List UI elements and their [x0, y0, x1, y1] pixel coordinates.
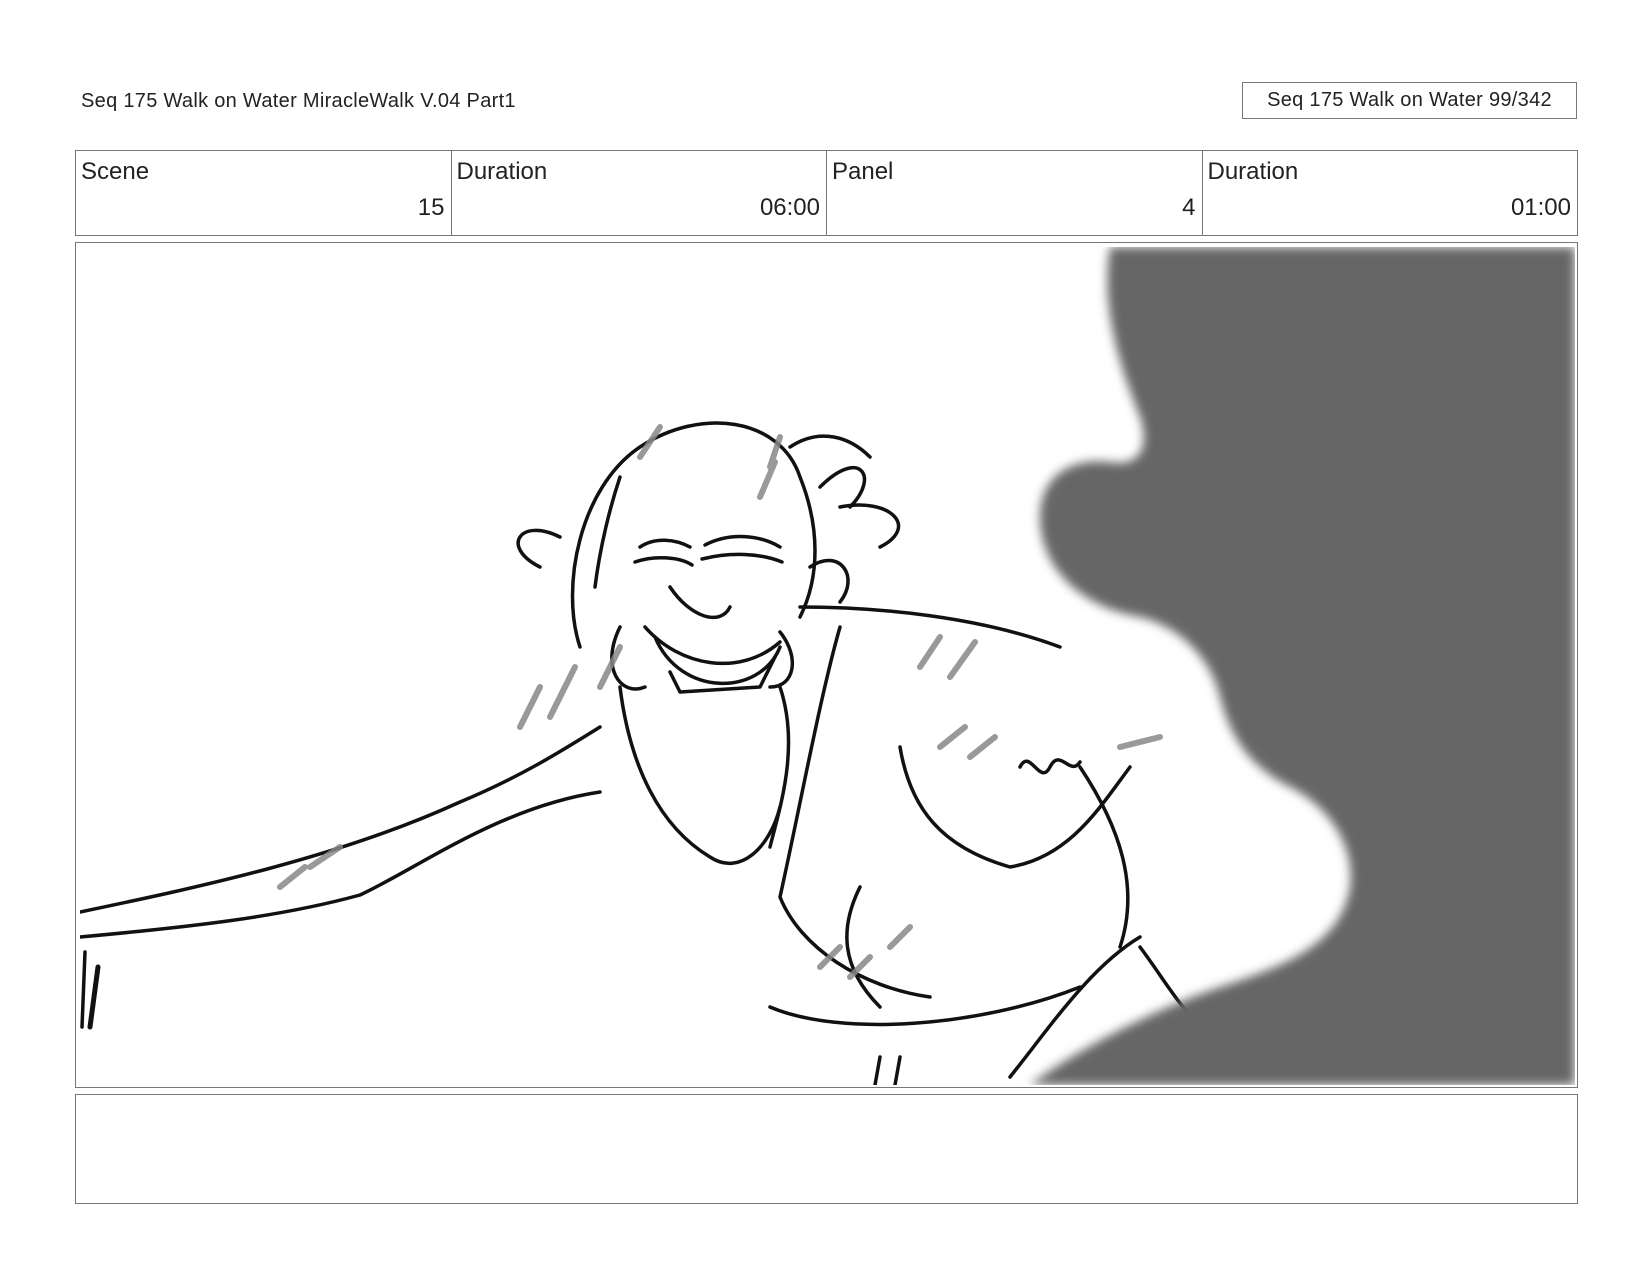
dialogue-notes-box — [75, 1094, 1578, 1204]
scene-duration-cell: Duration 06:00 — [452, 151, 827, 235]
scene-value: 15 — [417, 194, 445, 221]
panel-info-row: Scene 15 Duration 06:00 Panel 4 Duration… — [75, 150, 1578, 236]
panel-cell: Panel 4 — [827, 151, 1203, 235]
storyboard-sketch — [80, 247, 1575, 1085]
panel-duration-value: 01:00 — [1510, 194, 1571, 221]
panel-label: Panel — [832, 158, 894, 185]
scene-cell: Scene 15 — [76, 151, 452, 235]
storyboard-frame — [75, 242, 1578, 1088]
scene-duration-label: Duration — [456, 158, 548, 185]
shading-strokes — [277, 424, 1163, 980]
panel-value: 4 — [1182, 194, 1196, 221]
document-title: Seq 175 Walk on Water MiracleWalk V.04 P… — [81, 90, 516, 112]
page-indicator: Seq 175 Walk on Water 99/342 — [1242, 82, 1577, 119]
scene-label: Scene — [81, 158, 150, 185]
scene-duration-value: 06:00 — [759, 194, 820, 221]
panel-duration-cell: Duration 01:00 — [1203, 151, 1578, 235]
panel-duration-label: Duration — [1207, 158, 1299, 185]
